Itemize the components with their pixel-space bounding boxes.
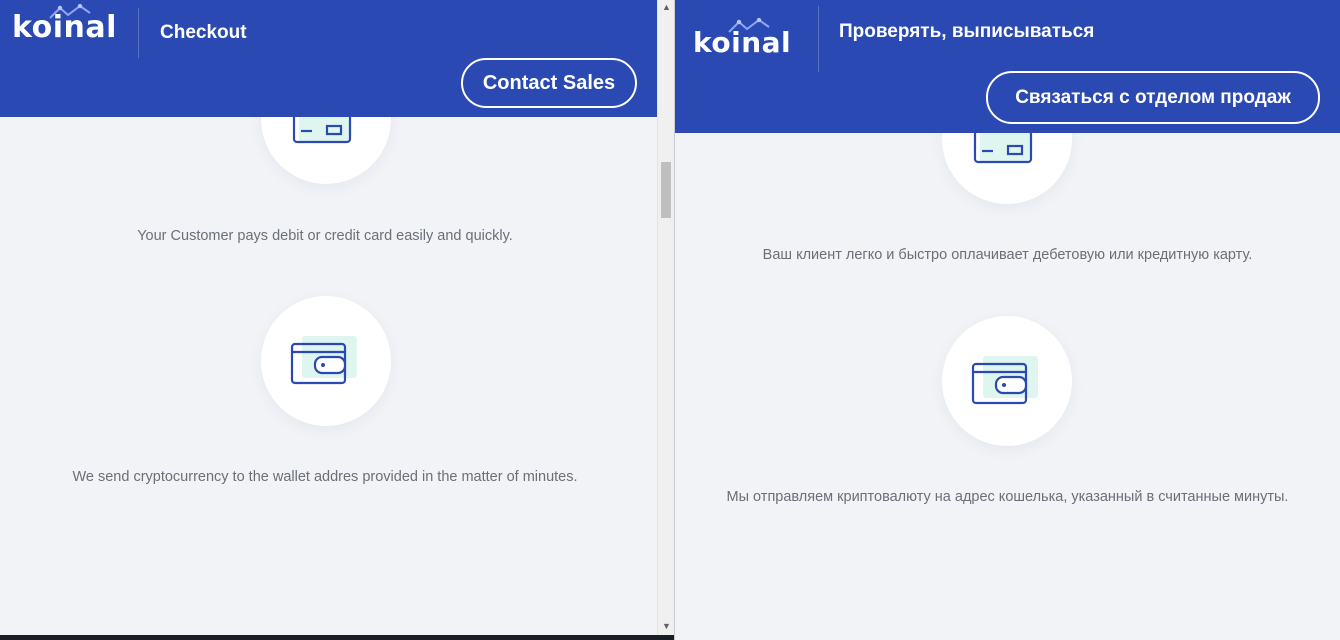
top-header: koinal Checkout Contact Sales — [0, 0, 657, 117]
step-wallet-text: We send cryptocurrency to the wallet add… — [72, 469, 578, 485]
russian-pane: Ваш клиент легко и быстро оплачивает деб… — [675, 0, 1340, 640]
arrow-down-icon[interactable]: ▼ — [658, 619, 674, 633]
english-pane: Your Customer pays debit or credit card … — [0, 0, 674, 640]
taskbar-edge — [0, 635, 674, 640]
header-divider — [138, 8, 139, 58]
arrow-up-icon[interactable]: ▲ — [658, 0, 674, 14]
wallet-icon-circle — [942, 316, 1072, 446]
top-header: koinal Проверять, выписываться Связаться… — [675, 0, 1340, 133]
wallet-icon — [971, 356, 1038, 405]
scrollbar-thumb[interactable] — [661, 162, 671, 218]
page-title: Checkout — [160, 22, 247, 43]
logo-chart-icon — [728, 18, 770, 33]
header-divider — [818, 6, 819, 72]
step-card-text: Your Customer pays debit or credit card … — [137, 228, 513, 244]
step-card-text: Ваш клиент легко и быстро оплачивает деб… — [762, 247, 1253, 263]
page-title: Проверять, выписываться — [839, 21, 1095, 42]
wallet-icon-circle — [261, 296, 391, 426]
logo-chart-icon — [49, 4, 91, 19]
contact-sales-button[interactable]: Contact Sales — [461, 58, 637, 108]
wallet-icon — [290, 336, 357, 385]
contact-sales-button[interactable]: Связаться с отделом продаж — [986, 71, 1320, 124]
step-wallet-text: Мы отправляем криптовалюту на адрес коше… — [726, 489, 1289, 505]
vertical-scrollbar[interactable]: ▲ ▼ — [657, 0, 674, 635]
